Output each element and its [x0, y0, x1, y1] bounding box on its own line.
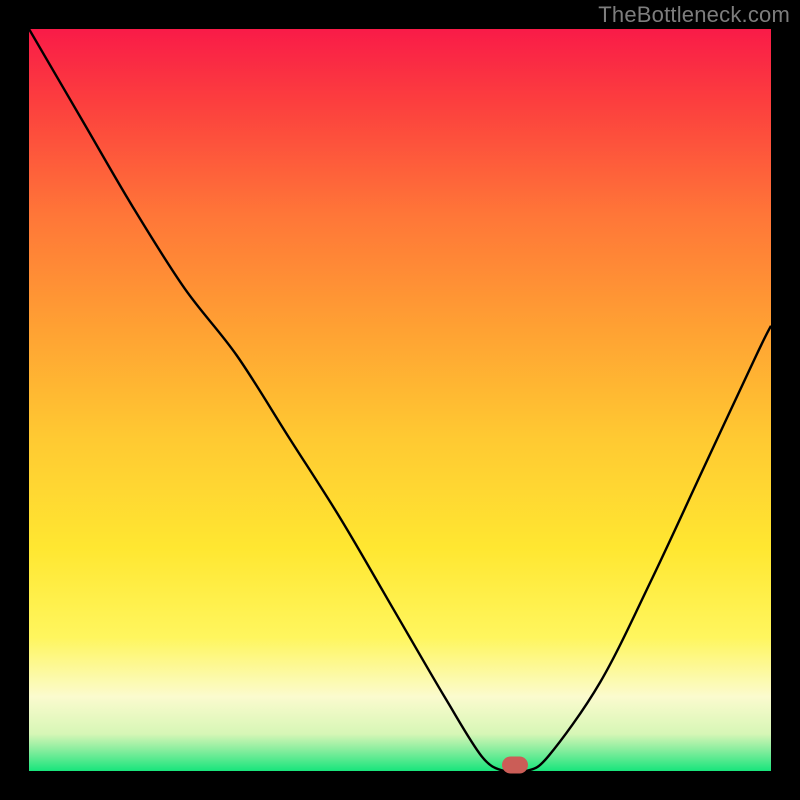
attribution-label: TheBottleneck.com	[598, 2, 790, 28]
plot-area	[29, 29, 771, 771]
chart-frame: TheBottleneck.com	[0, 0, 800, 800]
optimal-marker	[502, 757, 528, 774]
bottleneck-curve	[29, 29, 771, 771]
